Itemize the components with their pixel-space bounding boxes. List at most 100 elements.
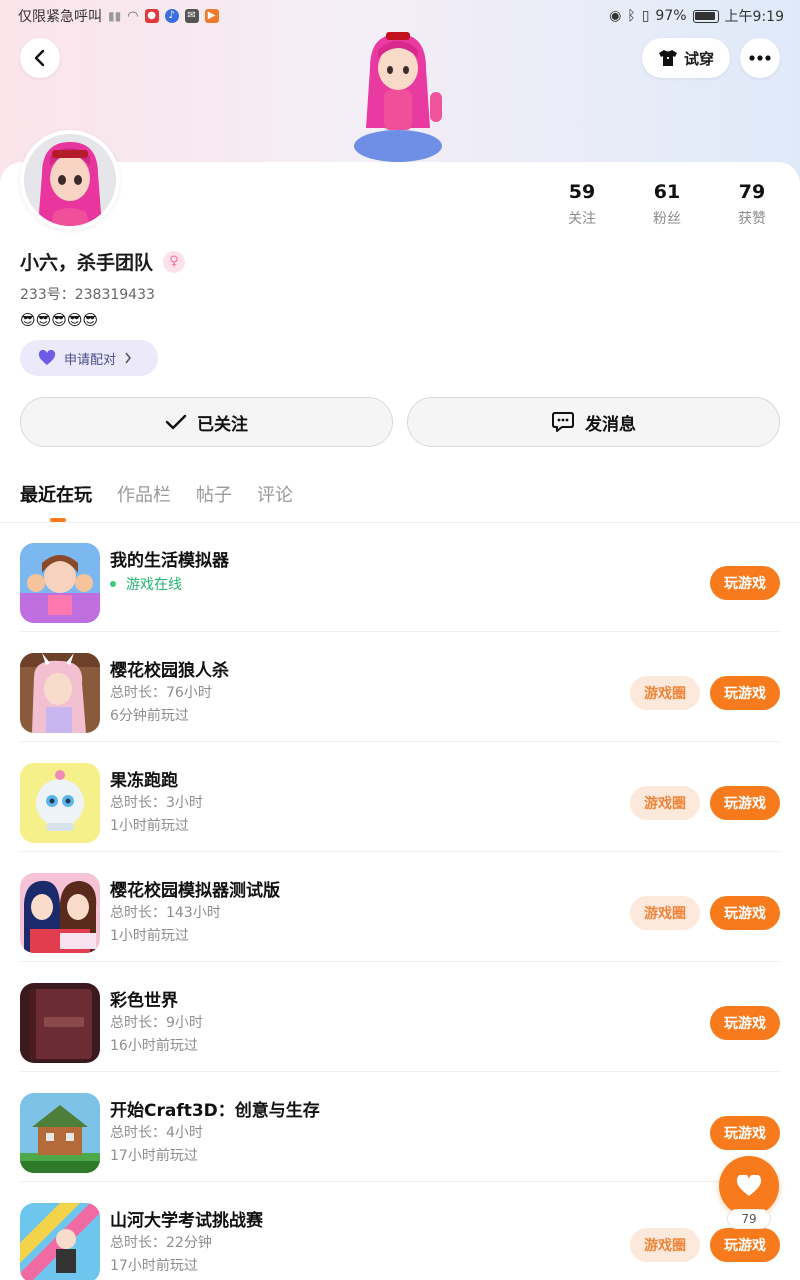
try-on-label: 试穿 — [683, 49, 714, 68]
stat-following[interactable]: 59 关注 — [542, 180, 622, 228]
list-item[interactable]: 樱花校园模拟器测试版 总时长：143小时 1小时前玩过 游戏圈 玩游戏 — [20, 852, 800, 962]
game-icon — [20, 983, 100, 1063]
user-id-label: 233号： — [20, 287, 75, 303]
likes-count: 79 — [738, 181, 766, 203]
list-item[interactable]: 山河大学考试挑战赛 总时长：22分钟 17小时前玩过 游戏圈 玩游戏 — [20, 1182, 800, 1280]
list-item[interactable]: 开始Craft3D：创意与生存 总时长：4小时 17小时前玩过 玩游戏 — [20, 1072, 800, 1182]
stat-followers[interactable]: 61 粉丝 — [627, 180, 707, 228]
status-left: 仅限紧急呼叫 ▮▮ ◠ ● ♪ ✉ ▶ — [18, 6, 219, 26]
play-game-button[interactable]: 玩游戏 — [710, 1006, 780, 1040]
game-icon — [20, 873, 100, 953]
status-right: ◉ ᛒ ▯ 97% 上午9:19 — [609, 6, 784, 26]
game-total-time: 总时长：9小时 — [110, 1015, 203, 1031]
heart-icon — [38, 350, 56, 365]
bio: 😎😎😎😎😎 — [20, 311, 99, 329]
battery-percent: 97% — [655, 8, 687, 24]
message-icon — [552, 412, 574, 432]
play-game-button[interactable]: 玩游戏 — [710, 786, 780, 820]
signal-icon: ▮▮ — [108, 9, 122, 23]
game-cover-image — [20, 983, 100, 1063]
followed-button[interactable]: 已关注 — [20, 397, 393, 447]
list-item[interactable]: 樱花校园狼人杀 总时长：76小时 6分钟前玩过 游戏圈 玩游戏 — [20, 632, 800, 742]
heart-icon — [736, 1175, 762, 1196]
game-cover-image — [20, 763, 100, 843]
game-title: 开始Craft3D：创意与生存 — [110, 1101, 320, 1121]
game-last-played: 17小时前玩过 — [110, 1148, 198, 1164]
game-title: 樱花校园模拟器测试版 — [110, 881, 280, 901]
list-item[interactable]: 彩色世界 总时长：9小时 16小时前玩过 玩游戏 — [20, 962, 800, 1072]
game-last-played: 16小时前玩过 — [110, 1038, 198, 1054]
online-dot-icon — [110, 581, 116, 587]
followed-label: 已关注 — [197, 414, 248, 435]
send-message-button[interactable]: 发消息 — [407, 397, 780, 447]
game-title: 山河大学考试挑战赛 — [110, 1211, 263, 1231]
game-title: 我的生活模拟器 — [110, 551, 229, 571]
like-floating-button[interactable] — [719, 1156, 779, 1216]
game-icon — [20, 653, 100, 733]
game-circle-button[interactable]: 游戏圈 — [630, 896, 700, 930]
check-icon — [165, 414, 187, 430]
game-icon — [20, 763, 100, 843]
game-last-played: 17小时前玩过 — [110, 1258, 198, 1274]
chevron-left-icon — [34, 49, 45, 67]
tab-works[interactable]: 作品栏 — [117, 483, 171, 509]
wifi-icon: ◠ — [127, 8, 139, 24]
following-label: 关注 — [568, 211, 596, 227]
play-game-button[interactable]: 玩游戏 — [710, 566, 780, 600]
game-title: 彩色世界 — [110, 991, 178, 1011]
vibrate-icon: ▯ — [641, 8, 650, 24]
chevron-right-icon — [125, 352, 131, 364]
game-total-time: 总时长：4小时 — [110, 1125, 203, 1141]
play-game-button[interactable]: 玩游戏 — [710, 1116, 780, 1150]
followers-count: 61 — [653, 181, 681, 203]
game-icon — [20, 543, 100, 623]
game-icon — [20, 1203, 100, 1280]
avatar[interactable] — [20, 130, 120, 230]
female-icon: ♀ — [163, 250, 186, 273]
music-icon: ♪ — [164, 9, 179, 23]
list-item[interactable]: 我的生活模拟器 游戏在线 玩游戏 — [20, 522, 800, 632]
mail-icon: ✉ — [184, 9, 199, 23]
profile-tabs: 最近在玩 作品栏 帖子 评论 — [20, 483, 293, 509]
list-item[interactable]: 果冻跑跑 总时长：3小时 1小时前玩过 游戏圈 玩游戏 — [20, 742, 800, 852]
game-last-played: 1小时前玩过 — [110, 928, 189, 944]
likes-label: 获赞 — [738, 211, 766, 227]
more-options-button[interactable] — [740, 38, 780, 78]
play-game-button[interactable]: 玩游戏 — [710, 1228, 780, 1262]
apply-pairing-button[interactable]: 申请配对 — [20, 340, 158, 376]
online-status-text: 游戏在线 — [126, 577, 182, 593]
play-game-button[interactable]: 玩游戏 — [710, 896, 780, 930]
avatar-figure-image[interactable] — [350, 28, 446, 162]
eye-icon: ◉ — [609, 8, 622, 24]
game-last-played: 6分钟前玩过 — [110, 708, 189, 724]
more-dots-icon — [749, 55, 771, 61]
following-count: 59 — [568, 181, 596, 203]
game-cover-image — [20, 653, 100, 733]
followers-label: 粉丝 — [653, 211, 681, 227]
game-total-time: 总时长：143小时 — [110, 905, 221, 921]
game-total-time: 总时长：3小时 — [110, 795, 203, 811]
try-on-button[interactable]: 试穿 — [642, 38, 730, 78]
like-count-badge: 79 — [727, 1209, 771, 1229]
user-id: 233号：238319433 — [20, 284, 155, 304]
play-game-button[interactable]: 玩游戏 — [710, 676, 780, 710]
nickname-row: 小六，杀手团队 ♀ — [20, 248, 186, 275]
game-title: 樱花校园狼人杀 — [110, 661, 229, 681]
game-cover-image — [20, 543, 100, 623]
game-total-time: 总时长：76小时 — [110, 685, 212, 701]
game-last-played: 1小时前玩过 — [110, 818, 189, 834]
game-icon — [20, 1093, 100, 1173]
game-circle-button[interactable]: 游戏圈 — [630, 676, 700, 710]
game-circle-button[interactable]: 游戏圈 — [630, 786, 700, 820]
game-cover-image — [20, 873, 100, 953]
shirt-icon — [658, 50, 677, 66]
send-message-label: 发消息 — [585, 414, 636, 435]
tab-comments[interactable]: 评论 — [257, 483, 293, 509]
tab-posts[interactable]: 帖子 — [196, 483, 232, 509]
avatar-image — [24, 134, 116, 226]
tab-recently-played[interactable]: 最近在玩 — [20, 483, 92, 509]
stat-likes[interactable]: 79 获赞 — [712, 180, 792, 228]
game-total-time: 总时长：22分钟 — [110, 1235, 212, 1251]
game-circle-button[interactable]: 游戏圈 — [630, 1228, 700, 1262]
back-button[interactable] — [20, 38, 60, 78]
